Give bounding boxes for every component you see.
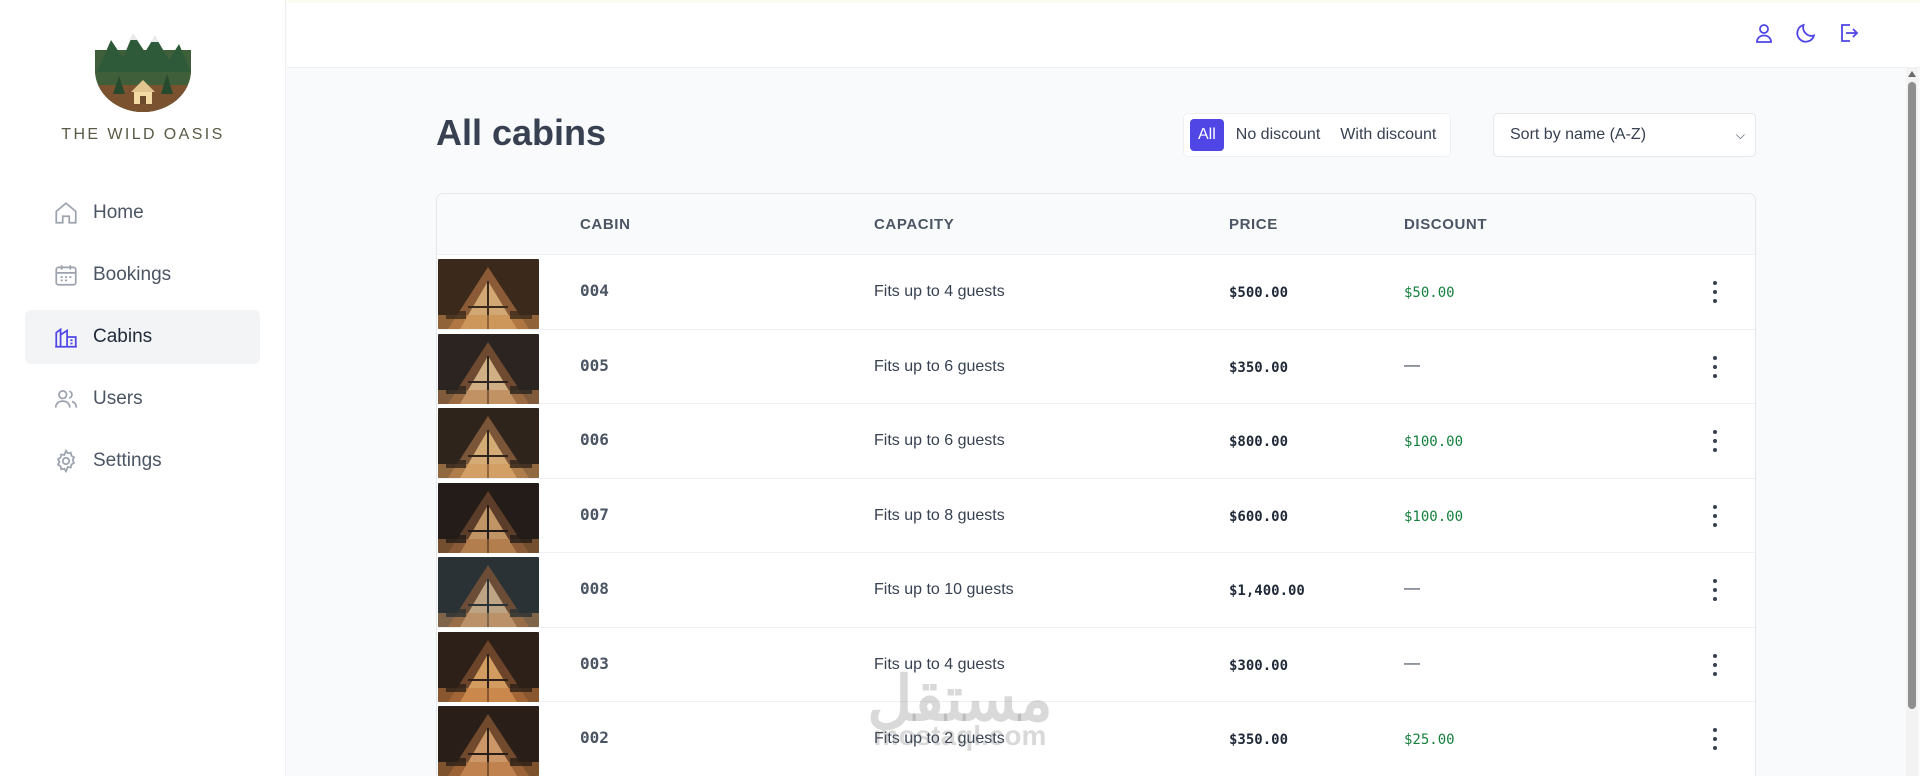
cabin-name: 007 [580, 504, 609, 524]
column-header-price: PRICE [1229, 216, 1278, 233]
cabin-capacity: Fits up to 2 guests [874, 730, 1005, 747]
sidebar-item-label: Home [93, 202, 144, 223]
home-icon [55, 202, 77, 224]
cabin-capacity: Fits up to 6 guests [874, 432, 1005, 449]
calendar-icon [55, 265, 77, 286]
row-menu-icon[interactable] [1705, 728, 1725, 750]
cabin-discount: — [1404, 654, 1420, 672]
cabin-image [438, 706, 539, 776]
sidebar-item-label: Bookings [93, 264, 172, 285]
row-menu-icon[interactable] [1705, 653, 1725, 676]
table-header: CABIN CAPACITY PRICE DISCOUNT [437, 194, 1755, 255]
cabin-price: $800.00 [1229, 434, 1289, 450]
cabin-name: 004 [580, 281, 609, 300]
column-header-discount: DISCOUNT [1404, 216, 1488, 233]
sidebar-nav: Home Bookings Cabins Users Settings [25, 186, 260, 496]
row-menu-icon[interactable] [1705, 281, 1725, 303]
cabin-discount: — [1404, 580, 1420, 597]
users-icon [54, 390, 78, 408]
cabin-capacity: Fits up to 4 guests [874, 283, 1005, 300]
table-row: 006 Fits up to 6 guests $800.00 $100.00 [437, 404, 1755, 479]
sidebar-item-home[interactable]: Home [25, 186, 260, 240]
header-actions [1752, 21, 1860, 45]
table-row: 007 Fits up to 8 guests $600.00 $100.00 [437, 479, 1755, 553]
cabin-price: $350.00 [1229, 732, 1289, 748]
cabin-price: $600.00 [1229, 508, 1289, 525]
cabin-name: 002 [580, 728, 609, 747]
cabin-capacity: Fits up to 6 guests [874, 357, 1005, 375]
filter-all-button[interactable]: All [1190, 119, 1224, 151]
cabin-discount: $100.00 [1404, 508, 1464, 525]
cabin-discount: — [1404, 356, 1420, 374]
cabins-table: CABIN CAPACITY PRICE DISCOUNT 004 Fits u… [436, 193, 1756, 776]
logout-icon[interactable] [1836, 21, 1860, 45]
row-menu-icon[interactable] [1705, 430, 1725, 452]
filter-with-discount-button[interactable]: With discount [1332, 119, 1444, 151]
moon-icon[interactable] [1794, 21, 1818, 45]
chevron-down-icon: ⌵ [1735, 128, 1745, 142]
cabin-image [438, 631, 539, 702]
table-row: 004 Fits up to 4 guests $500.00 $50.00 [437, 255, 1755, 330]
cabin-name: 008 [580, 579, 609, 598]
cabin-image [438, 408, 539, 478]
cabin-image [438, 259, 539, 329]
cabin-price: $300.00 [1229, 657, 1289, 674]
cabin-price: $1,400.00 [1229, 583, 1305, 599]
cabin-capacity: Fits up to 8 guests [874, 506, 1005, 524]
cabin-capacity: Fits up to 10 guests [874, 581, 1014, 598]
column-header-cabin: CABIN [580, 216, 631, 233]
logo: THE WILD OASIS [0, 30, 286, 144]
sidebar-item-bookings[interactable]: Bookings [25, 248, 260, 302]
cabin-discount: $50.00 [1404, 285, 1455, 301]
table-body: 004 Fits up to 4 guests $500.00 $50.00 0… [437, 255, 1755, 776]
app-name: THE WILD OASIS [61, 126, 225, 143]
sidebar-item-cabins[interactable]: Cabins [25, 310, 260, 364]
sidebar-item-settings[interactable]: Settings [25, 434, 260, 488]
discount-filter: All No discount With discount [1183, 113, 1452, 157]
sidebar-item-users[interactable]: Users [25, 372, 260, 426]
column-header-capacity: CAPACITY [874, 216, 955, 233]
cabin-image [438, 333, 539, 404]
cabin-name: 006 [580, 430, 609, 449]
cabin-price: $500.00 [1229, 285, 1289, 301]
cabin-image [438, 482, 539, 553]
gear-icon [56, 448, 76, 474]
cabin-icon [55, 327, 77, 348]
cabin-discount: $25.00 [1404, 732, 1455, 748]
row-menu-icon[interactable] [1705, 504, 1725, 527]
table-row: 002 Fits up to 2 guests $350.00 $25.00 [437, 702, 1755, 776]
table-row: 008 Fits up to 10 guests $1,400.00 — [437, 553, 1755, 628]
scrollbar-thumb[interactable] [1908, 82, 1916, 709]
user-icon[interactable] [1752, 21, 1776, 45]
table-row: 005 Fits up to 6 guests $350.00 — [437, 330, 1755, 404]
sort-select-value: Sort by name (A-Z) [1510, 126, 1647, 143]
row-menu-icon[interactable] [1705, 579, 1725, 601]
header [287, 3, 1920, 68]
table-row: 003 Fits up to 4 guests $300.00 — [437, 628, 1755, 702]
scroll-up-arrow[interactable] [1908, 71, 1916, 77]
sidebar: THE WILD OASIS Home Bookings Cabins User… [0, 0, 286, 776]
cabin-price: $350.00 [1229, 359, 1289, 376]
cabin-image [438, 557, 539, 627]
row-menu-icon[interactable] [1705, 355, 1725, 378]
scrollbar[interactable] [1906, 68, 1918, 776]
sort-select[interactable]: Sort by name (A-Z) ⌵ [1493, 113, 1756, 157]
cabin-capacity: Fits up to 4 guests [874, 655, 1005, 673]
page-title: All cabins [436, 112, 607, 153]
cabin-discount: $100.00 [1404, 434, 1464, 450]
cabin-name: 003 [580, 653, 609, 673]
sidebar-item-label: Users [93, 388, 143, 409]
sidebar-item-label: Settings [93, 450, 162, 471]
logo-icon [95, 34, 191, 112]
cabin-name: 005 [580, 355, 609, 375]
sidebar-item-label: Cabins [93, 326, 153, 347]
filter-no-discount-button[interactable]: No discount [1228, 119, 1329, 151]
